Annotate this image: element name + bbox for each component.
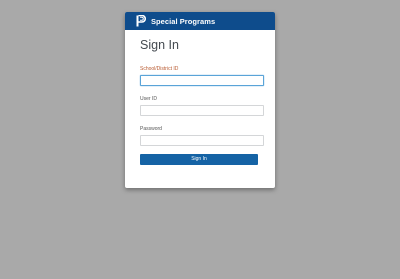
card-body: Sign In School/District ID User ID Passw… xyxy=(125,30,275,165)
p-logo-icon xyxy=(136,15,146,27)
school-district-id-input[interactable] xyxy=(140,75,264,86)
password-input[interactable] xyxy=(140,135,264,146)
sign-in-card: Special Programs Sign In School/District… xyxy=(125,12,275,188)
sign-in-button[interactable]: Sign In xyxy=(140,154,258,165)
page-background: Special Programs Sign In School/District… xyxy=(0,0,400,279)
card-header: Special Programs xyxy=(125,12,275,30)
user-id-label: User ID xyxy=(140,96,157,102)
school-district-id-label: School/District ID xyxy=(140,66,179,72)
password-label: Password xyxy=(140,126,162,132)
page-title: Sign In xyxy=(140,38,179,52)
brand-name: Special Programs xyxy=(151,16,216,26)
user-id-input[interactable] xyxy=(140,105,264,116)
